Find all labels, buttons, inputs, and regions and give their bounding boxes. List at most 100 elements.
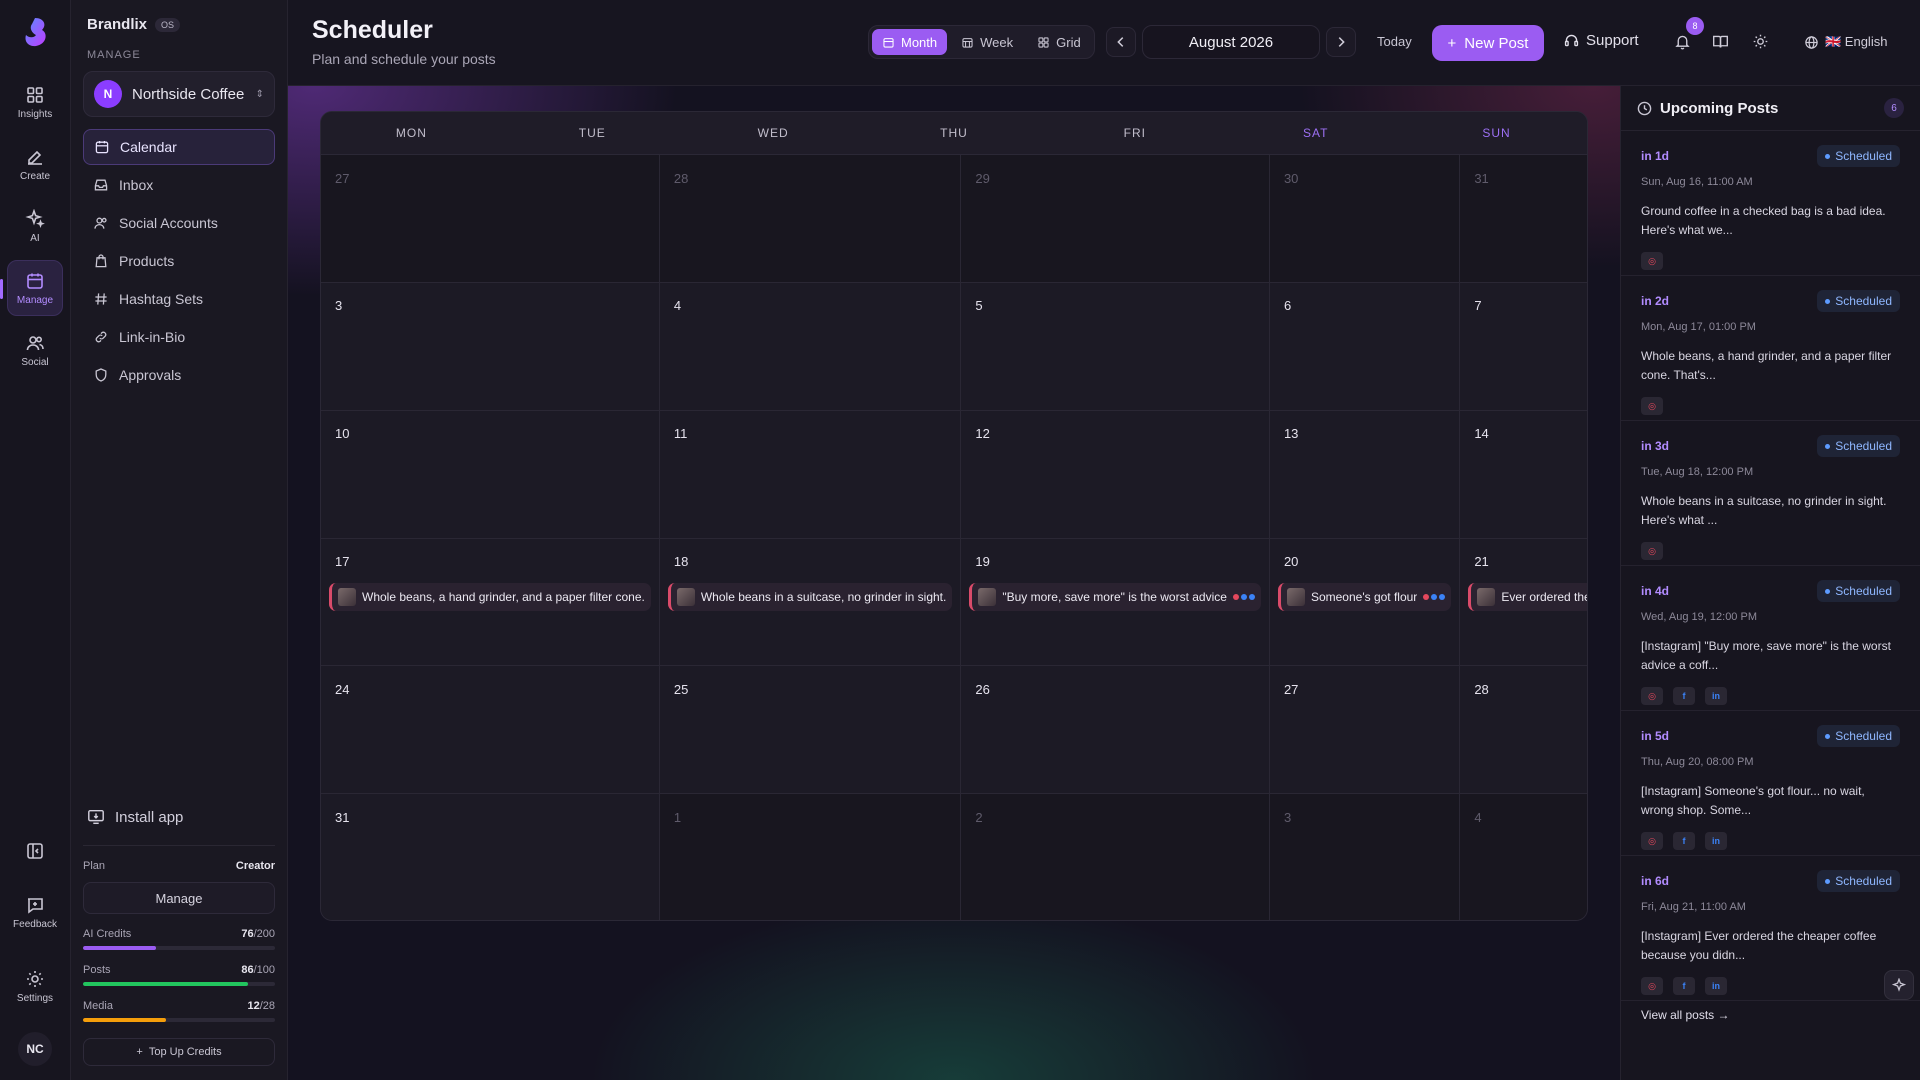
sidebar-item-approvals[interactable]: Approvals <box>83 357 275 393</box>
view-tab-grid[interactable]: Grid <box>1027 29 1091 55</box>
scheduled-post-chip[interactable]: Whole beans in a suitcase, no grinder in… <box>667 582 953 611</box>
calendar-day-cell[interactable]: 25 <box>659 666 962 795</box>
calendar-day-cell[interactable]: 11 <box>659 410 962 539</box>
calendar-day-cell[interactable]: 31 <box>321 794 660 920</box>
install-app-button[interactable]: Install app <box>83 799 275 835</box>
calendar-day-cell[interactable]: 10 <box>321 410 660 539</box>
products-icon <box>95 254 107 268</box>
calendar-day-cell[interactable]: 7 <box>1460 282 1587 411</box>
rail-item-settings[interactable]: Settings <box>7 958 63 1014</box>
upcoming-post-item[interactable]: in 4d Scheduled Wed, Aug 19, 12:00 PM [Inst… <box>1621 566 1920 711</box>
calendar-day-cell[interactable]: 26 <box>961 666 1270 795</box>
workspace-switcher[interactable]: N Northside Coffee ⇕ <box>83 71 275 117</box>
user-avatar[interactable]: NC <box>18 1032 52 1066</box>
calendar-day-cell[interactable]: 4 <box>1460 794 1587 920</box>
top-up-credits-button[interactable]: + Top Up Credits <box>83 1038 275 1066</box>
calendar-day-cell[interactable]: 21 Ever ordered the cheaper coffee <box>1460 538 1587 667</box>
calendar-day-cell[interactable]: 24 <box>321 666 660 795</box>
calendar-day-cell[interactable]: 29 <box>961 155 1270 283</box>
meter-fill <box>83 946 156 950</box>
calendar-day-cell[interactable]: 12 <box>961 410 1270 539</box>
view-tab-month[interactable]: Month <box>872 29 948 55</box>
weekday-fri: FRI <box>1123 126 1147 140</box>
docs-button[interactable] <box>1712 33 1729 55</box>
plan-value: Creator <box>235 860 275 872</box>
next-month-button[interactable] <box>1326 27 1356 57</box>
view-all-posts-link[interactable]: View all posts → <box>1641 1008 1729 1022</box>
view-tab-week[interactable]: Week <box>951 29 1023 55</box>
sidebar-item-social-accounts[interactable]: Social Accounts <box>83 205 275 241</box>
upcoming-post-item[interactable]: in 6d Scheduled Fri, Aug 21, 11:00 AM [Inst… <box>1621 856 1920 1001</box>
sidebar-item-inbox[interactable]: Inbox <box>83 167 275 203</box>
calendar-day-cell[interactable]: 2 <box>961 794 1270 920</box>
rail-item-ai[interactable]: AI <box>7 198 63 254</box>
calendar-day-cell[interactable]: 28 <box>659 155 962 283</box>
calendar-day-cell[interactable]: 18 Whole beans in a suitcase, no grinder … <box>659 538 962 667</box>
facebook-icon: f <box>1673 687 1695 705</box>
day-number: 2 <box>975 809 983 825</box>
theme-toggle-button[interactable] <box>1752 33 1769 55</box>
chevron-right-icon <box>1338 37 1345 47</box>
rail-item-insights[interactable]: Insights <box>7 74 63 130</box>
manage-plan-button[interactable]: Manage <box>83 882 275 914</box>
scheduled-post-chip[interactable]: Someone's got flour <box>1277 582 1452 611</box>
calendar-day-cell[interactable]: 14 <box>1460 410 1587 539</box>
calendar-day-cell[interactable]: 1 <box>659 794 962 920</box>
day-number: 25 <box>673 681 689 697</box>
scheduled-post-chip[interactable]: Whole beans, a hand grinder, and a paper… <box>329 582 651 611</box>
upcoming-post-item[interactable]: in 2d Scheduled Mon, Aug 17, 01:00 PM Whole… <box>1621 276 1920 421</box>
new-post-button[interactable]: + New Post <box>1432 25 1544 61</box>
meter-track <box>83 982 275 986</box>
day-number: 13 <box>1283 426 1299 442</box>
sidebar-item-hashtag-sets[interactable]: Hashtag Sets <box>83 281 275 317</box>
calendar-day-cell[interactable]: 4 <box>659 282 962 411</box>
hashtag-icon <box>95 293 107 305</box>
calendar-day-cell[interactable]: 3 <box>321 282 660 411</box>
calendar-day-cell[interactable]: 17 Whole beans, a hand grinder, and a pap… <box>321 538 660 667</box>
calendar-day-cell[interactable]: 3 <box>1269 794 1461 920</box>
day-number: 1 <box>673 809 682 825</box>
upcoming-post-item[interactable]: in 1d Scheduled Sun, Aug 16, 11:00 AM Groun… <box>1621 131 1920 276</box>
notifications-button[interactable]: 8 <box>1674 17 1704 55</box>
meter-used: 86 <box>241 964 254 976</box>
linkedin-icon: in <box>1705 687 1727 705</box>
calendar-day-cell[interactable]: 13 <box>1269 410 1461 539</box>
today-button[interactable]: Today <box>1377 34 1412 49</box>
sidebar-item-products[interactable]: Products <box>83 243 275 279</box>
chevron-left-icon <box>1117 37 1124 47</box>
language-selector[interactable]: 🇬🇧 English <box>1804 34 1887 50</box>
scheduled-post-chip[interactable]: "Buy more, save more" is the worst advic… <box>969 582 1261 611</box>
calendar-day-cell[interactable]: 5 <box>961 282 1270 411</box>
rail-item-manage[interactable]: Manage <box>0 260 63 316</box>
calendar-day-cell[interactable]: 31 <box>1460 155 1587 283</box>
calendar-day-cell[interactable]: 20 Someone's got flour <box>1269 538 1461 667</box>
rail-item-social[interactable]: Social <box>7 322 63 378</box>
scheduled-post-chip[interactable]: Ever ordered the cheaper coffee <box>1468 582 1587 611</box>
ai-assistant-button[interactable] <box>1884 970 1914 1000</box>
calendar-day-cell[interactable]: 27 <box>321 155 660 283</box>
rail-item-collapse[interactable] <box>7 836 63 866</box>
rail-item-feedback[interactable]: Feedback <box>7 884 63 940</box>
section-label: MANAGE <box>87 49 141 61</box>
platform-dot <box>1248 593 1255 600</box>
sidebar-item-link-in-bio[interactable]: Link-in-Bio <box>83 319 275 355</box>
calendar-day-cell[interactable]: 19 "Buy more, save more" is the worst adv… <box>961 538 1270 667</box>
weekday-tue: TUE <box>578 126 606 140</box>
rail-item-create[interactable]: Create <box>7 136 63 192</box>
post-chip-text: Whole beans in a suitcase, no grinder in… <box>700 589 947 604</box>
meter-fill <box>83 1018 166 1022</box>
status-badge: Scheduled <box>1817 290 1900 312</box>
day-number: 17 <box>335 554 350 569</box>
upcoming-post-item[interactable]: in 3d Scheduled Tue, Aug 18, 12:00 PM Whole… <box>1621 421 1920 566</box>
calendar-day-cell[interactable]: 30 <box>1269 155 1461 283</box>
calendar-day-cell[interactable]: 28 <box>1460 666 1587 795</box>
calendar-day-cell[interactable]: 6 <box>1269 282 1461 411</box>
calendar-day-cell[interactable]: 27 <box>1269 666 1461 795</box>
relative-time: in 3d <box>1641 439 1670 453</box>
relative-time: in 2d <box>1641 294 1670 308</box>
calendar-icon <box>95 141 109 154</box>
upcoming-post-item[interactable]: in 5d Scheduled Thu, Aug 20, 08:00 PM [Inst… <box>1621 711 1920 856</box>
support-button[interactable]: Support <box>1563 32 1639 49</box>
sidebar-item-calendar[interactable]: Calendar <box>83 129 275 165</box>
prev-month-button[interactable] <box>1106 27 1136 57</box>
